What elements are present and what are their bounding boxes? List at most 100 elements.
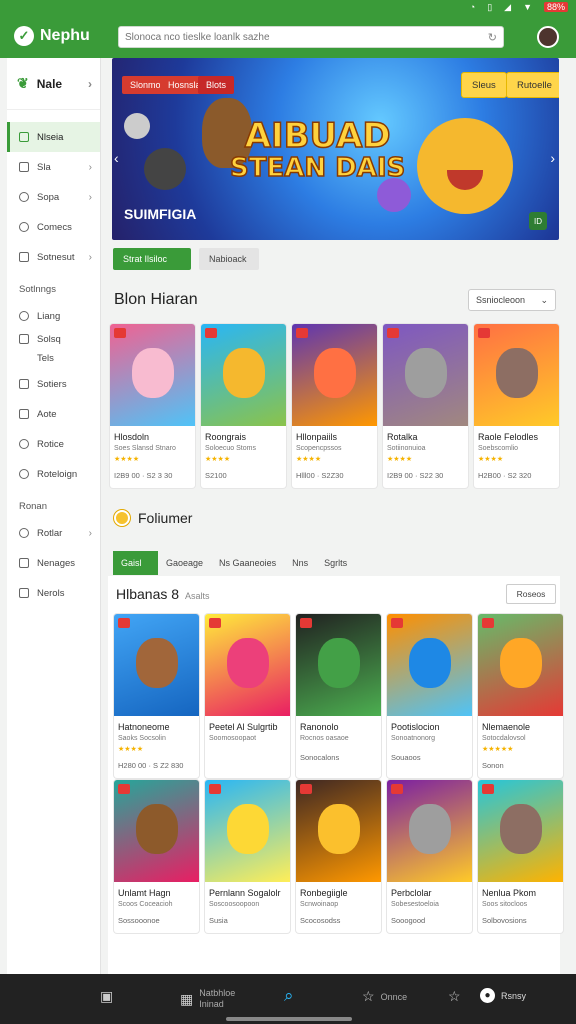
rating-stars: ★★★★★ xyxy=(482,746,514,753)
star-icon: ☆ xyxy=(362,988,375,1004)
sidebar-item-sla[interactable]: Sla › xyxy=(7,152,100,182)
game-thumbnail[interactable] xyxy=(296,780,381,882)
chevron-left-icon[interactable]: ‹ xyxy=(114,150,119,166)
sort-dropdown[interactable]: Ssniocleoon ⌄ xyxy=(468,289,556,311)
game-meta: H2B00 · S2 320 xyxy=(478,471,532,480)
game-card[interactable]: Hlosdoln Soes Slansd Stnaro ★★★★ I2B9 00 · … xyxy=(110,324,195,488)
banner-button[interactable]: Sleus xyxy=(461,72,507,98)
game-title: Hlosdoln xyxy=(114,432,150,442)
game-thumbnail[interactable] xyxy=(387,780,472,882)
game-card[interactable]: Ranonolo Rocnos oasaoe Sonocalons xyxy=(296,614,381,778)
sidebar-item-nerols[interactable]: Nerols xyxy=(7,578,100,608)
home-indicator[interactable] xyxy=(226,1017,352,1021)
category-tab[interactable]: Gaoeage xyxy=(158,551,211,575)
game-card[interactable]: Perbclolar Sobesestoeloia Sooogood xyxy=(387,780,472,933)
character-art xyxy=(314,348,356,398)
sidebar-item-sotiers[interactable]: Sotiers xyxy=(7,369,100,399)
game-title: Roongrais xyxy=(205,432,247,442)
chevron-right-icon[interactable]: › xyxy=(550,150,555,166)
nav-tablet[interactable]: ▣ xyxy=(100,988,113,1005)
game-thumbnail[interactable] xyxy=(114,614,199,716)
chevron-right-icon: › xyxy=(88,191,92,203)
game-thumbnail[interactable] xyxy=(296,614,381,716)
game-subtitle: Scnwoinaop xyxy=(300,901,339,908)
sidebar-item-sopa[interactable]: Sopa › xyxy=(7,182,100,212)
sidebar-item-comecs[interactable]: Comecs xyxy=(7,212,100,242)
sidebar-item-rotice[interactable]: Rotice xyxy=(7,429,100,459)
filter-tab[interactable]: Nabioack xyxy=(199,248,259,270)
game-thumbnail[interactable] xyxy=(205,614,290,716)
game-card[interactable]: Ronbegiigle Scnwoinaop Scocosodss xyxy=(296,780,381,933)
sidebar-item-roteloign[interactable]: Roteloign xyxy=(7,459,100,489)
sidebar-item-sotnesut[interactable]: Sotnesut › xyxy=(7,242,100,272)
eye-icon xyxy=(19,311,29,321)
game-card[interactable]: Peetel Al Sulgrtib Soomosoopaot xyxy=(205,614,290,778)
sidebar-item-label: Solsq xyxy=(37,333,61,345)
game-thumbnail[interactable] xyxy=(114,780,199,882)
filter-tab-active[interactable]: Strat Ilsiloc xyxy=(113,248,191,270)
panel-more-button[interactable]: Roseos xyxy=(506,584,556,604)
game-subtitle: Scoos Coceacioh xyxy=(118,901,173,908)
game-thumbnail[interactable] xyxy=(478,780,563,882)
sidebar-item-tels[interactable]: Tels xyxy=(7,347,100,369)
search-bar[interactable]: ↻ xyxy=(118,26,504,48)
game-card[interactable]: Hatnoneome Saoks Socsolin ★★★★ H280 00 · S … xyxy=(114,614,199,778)
game-thumbnail[interactable] xyxy=(205,780,290,882)
sidebar-item-aote[interactable]: Aote xyxy=(7,399,100,429)
category-tab-active[interactable]: Gaisl xyxy=(113,551,158,575)
game-subtitle: Soloecuo Stoms xyxy=(205,445,256,452)
game-thumbnail[interactable] xyxy=(478,614,563,716)
game-thumbnail[interactable] xyxy=(474,324,559,426)
sidebar-item-solsq[interactable]: Solsq xyxy=(7,331,100,347)
hot-badge xyxy=(482,784,494,794)
character-art xyxy=(132,348,174,398)
hero-banner[interactable]: Slonmor Hosnsla Blots Sleus Rutoelle AIB… xyxy=(112,58,559,240)
game-card[interactable]: Unlamt Hagn Scoos Coceacioh Sossooonoe xyxy=(114,780,199,933)
game-thumbnail[interactable] xyxy=(201,324,286,426)
nav-label: Onnce xyxy=(380,991,408,1002)
category-tab[interactable]: Ns Gaaneoies xyxy=(211,551,284,575)
banner-title-line2: STEAN DAIS xyxy=(229,152,406,184)
refresh-icon[interactable]: ↻ xyxy=(488,31,497,44)
game-thumbnail[interactable] xyxy=(383,324,468,426)
nav-profile[interactable]: ● Rsnsy xyxy=(480,988,526,1003)
game-card[interactable]: Pernlann Sogalolr Soscoosoopoon Susia xyxy=(205,780,290,933)
hot-badge xyxy=(478,328,490,338)
game-card[interactable]: Nlemaenole Sotocdalovsol ★★★★★ Sonon xyxy=(478,614,563,778)
game-subtitle: Sotiinonuioa xyxy=(387,445,426,452)
nav-grid[interactable]: ▦ Natbhloe Ininad xyxy=(180,988,245,1010)
category-tab[interactable]: Nns xyxy=(284,551,316,575)
nav-search[interactable]: ⌕ xyxy=(284,986,294,1006)
banner-tag[interactable]: Blots xyxy=(198,76,235,94)
featured-header: Foliumer xyxy=(114,510,192,526)
category-tab[interactable]: Sgrlts xyxy=(316,551,355,575)
sidebar-header[interactable]: ❦ Nale › xyxy=(7,58,100,110)
banner-title-line1: AIBUAD xyxy=(244,116,391,156)
sidebar-item-rotlar[interactable]: Rotlar › xyxy=(7,518,100,548)
game-thumbnail[interactable] xyxy=(387,614,472,716)
sidebar-item-nenages[interactable]: Nenages xyxy=(7,548,100,578)
game-meta: Scocosodss xyxy=(300,916,341,925)
sidebar-item-liang[interactable]: Liang xyxy=(7,301,100,331)
game-card[interactable]: Nenlua Pkom Soos sitocloos Solbovosions xyxy=(478,780,563,933)
game-card[interactable]: Hllonpaiils Scopencpssos ★★★★ Hlll00 · S2Z3… xyxy=(292,324,377,488)
banner-button[interactable]: Rutoelle xyxy=(506,72,559,98)
game-card[interactable]: Pootislocion Sonoatnonorg Souaoos xyxy=(387,614,472,778)
search-input[interactable] xyxy=(125,31,482,43)
nav-favorites[interactable]: ☆ xyxy=(448,988,461,1005)
nav-star[interactable]: ☆ Onnce xyxy=(362,988,407,1005)
hot-badge xyxy=(209,784,221,794)
game-thumbnail[interactable] xyxy=(110,324,195,426)
game-card[interactable]: Raole Felodles Soebscomlio ★★★★ H2B00 · S2 … xyxy=(474,324,559,488)
game-subtitle: Sonoatnonorg xyxy=(391,735,435,742)
app-logo[interactable]: ✓ Nephu xyxy=(14,26,114,46)
game-card[interactable]: Roongrais Soloecuo Stoms ★★★★ S2100 xyxy=(201,324,286,488)
sidebar-item-home[interactable]: Nlseia xyxy=(7,122,100,152)
game-card[interactable]: Rotalka Sotiinonuioa ★★★★ I2B9 00 · S22 30 xyxy=(383,324,468,488)
featured-row-2: Unlamt Hagn Scoos Coceacioh Sossooonoe Pern… xyxy=(114,780,563,933)
game-thumbnail[interactable] xyxy=(292,324,377,426)
avatar[interactable] xyxy=(537,26,559,48)
logo-text: Nephu xyxy=(40,27,90,44)
home-icon xyxy=(19,132,29,142)
panel-subtitle: Asalts xyxy=(185,591,210,601)
